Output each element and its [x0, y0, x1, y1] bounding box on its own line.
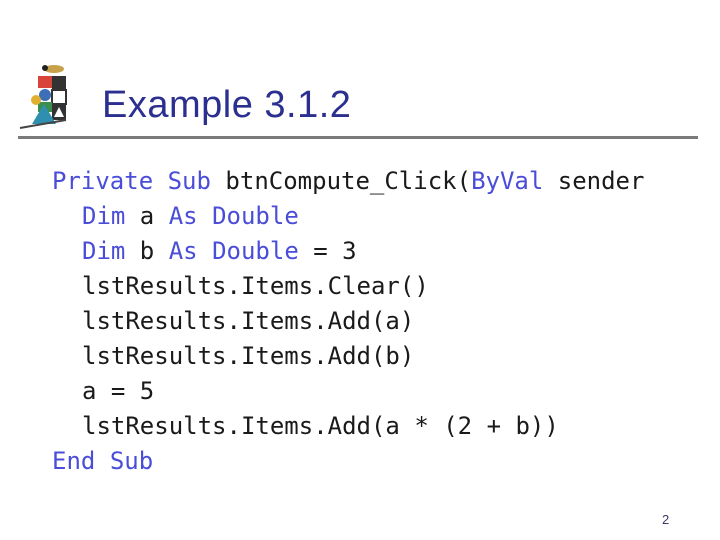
- code-listing: Private Sub btnCompute_Click(ByVal sende…: [40, 160, 680, 494]
- title-divider: [18, 136, 698, 139]
- keyword-end: End: [52, 447, 96, 475]
- page-number: 2: [662, 512, 670, 527]
- keyword-as: As: [168, 237, 198, 265]
- keyword-private: Private: [52, 167, 154, 195]
- keyword-byval: ByVal: [471, 167, 544, 195]
- variable-name: a: [125, 202, 169, 230]
- code-line-8: lstResults.Items.Add(a * (2 + b)): [82, 412, 559, 440]
- code-line-6: lstResults.Items.Add(b): [82, 342, 415, 370]
- slide-title: Example 3.1.2: [102, 84, 352, 126]
- shapes-logo-icon: [18, 60, 88, 134]
- keyword-double: Double: [212, 202, 299, 230]
- keyword-as: As: [168, 202, 198, 230]
- keyword-double: Double: [212, 237, 299, 265]
- code-line-9: End Sub: [52, 444, 153, 478]
- code-line-2: Dim a As Double: [52, 199, 299, 233]
- code-line-5: lstResults.Items.Add(a): [82, 307, 415, 335]
- code-line-1: Private Sub btnCompute_Click(ByVal sende…: [52, 164, 644, 198]
- code-line-4: lstResults.Items.Clear(): [82, 272, 429, 300]
- keyword-sub: Sub: [109, 447, 154, 475]
- parameter-name: sender: [543, 167, 645, 195]
- code-line-3: Dim b As Double = 3: [52, 234, 357, 268]
- keyword-sub: Sub: [167, 167, 211, 195]
- variable-name: b: [125, 237, 169, 265]
- initializer: = 3: [298, 237, 357, 265]
- method-signature: btnCompute_Click(: [210, 167, 472, 195]
- code-line-7: a = 5: [82, 377, 155, 405]
- keyword-dim: Dim: [82, 237, 126, 265]
- keyword-dim: Dim: [82, 202, 126, 230]
